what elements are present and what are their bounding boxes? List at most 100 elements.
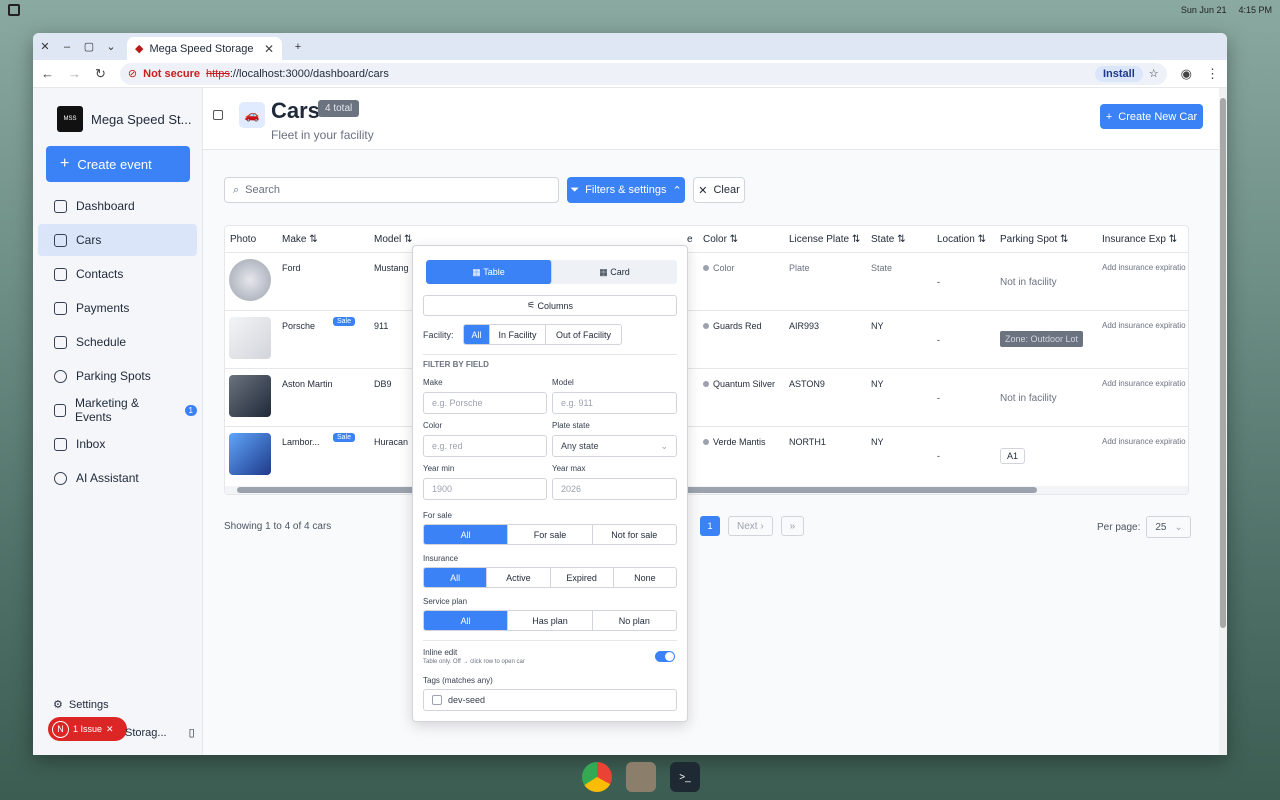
page-scrollbar[interactable] <box>1219 88 1227 755</box>
color-input[interactable]: e.g. red <box>423 435 547 457</box>
url-field[interactable]: ⊘ Not secure https://localhost:3000/dash… <box>119 62 1167 85</box>
view-card-button[interactable]: ▦ Card <box>552 260 677 284</box>
columns-button[interactable]: ⚟ Columns <box>423 295 677 316</box>
header-insurance[interactable]: Insurance Exp ⇅ <box>1102 226 1177 252</box>
header-state[interactable]: State ⇅ <box>871 226 906 252</box>
reload-icon[interactable]: ↻ <box>95 66 106 82</box>
sidebar-item-parking-spots[interactable]: Parking Spots <box>38 360 197 392</box>
issue-badge[interactable]: N 1 Issue ✕ <box>48 717 127 741</box>
close-icon[interactable]: ✕ <box>106 724 114 735</box>
sidebar-item-contacts[interactable]: Contacts <box>38 258 197 290</box>
header-make[interactable]: Make ⇅ <box>282 226 318 252</box>
service-no-plan[interactable]: No plan <box>593 611 676 630</box>
filters-label: Filters & settings <box>585 184 667 196</box>
next-button[interactable]: Next › <box>728 516 773 536</box>
close-window-icon[interactable]: ✕ <box>39 40 51 53</box>
sale-badge: Sale <box>333 433 356 442</box>
cell-insurance[interactable]: Add insurance expiratio <box>1102 263 1186 272</box>
per-page: Per page: 25 ⌄ <box>1097 516 1192 538</box>
tab-list-icon[interactable]: ⌄ <box>105 40 117 53</box>
per-page-select[interactable]: 25 ⌄ <box>1146 516 1192 538</box>
sidebar-toggle-icon[interactable] <box>213 110 223 120</box>
filters-settings-button[interactable]: ⏷ Filters & settings ⌃ <box>567 177 685 203</box>
calendar-icon <box>54 335 67 349</box>
horizontal-scrollbar[interactable] <box>225 486 1188 494</box>
for-sale-toggle: All For sale Not for sale <box>423 524 677 545</box>
clear-button[interactable]: ✕ Clear <box>693 177 745 203</box>
sidebar-item-inbox[interactable]: Inbox <box>38 428 197 460</box>
table-row[interactable]: Lambor... Sale Huracan Verde Mantis NORT… <box>225 426 1188 484</box>
last-page-icon[interactable]: » <box>780 516 805 536</box>
sidebar-item-label: Contacts <box>76 267 124 281</box>
facility-in[interactable]: In Facility <box>490 325 546 344</box>
install-button[interactable]: Install <box>1094 65 1143 82</box>
insurance-active[interactable]: Active <box>487 568 551 587</box>
for-sale-yes[interactable]: For sale <box>508 525 593 544</box>
browser-menu-icon[interactable]: ⋮ <box>1206 66 1219 82</box>
insurance-expired[interactable]: Expired <box>551 568 614 587</box>
header-color[interactable]: Color ⇅ <box>703 226 738 252</box>
table-row[interactable]: Ford Mustang Color Plate State - Not in … <box>225 252 1188 310</box>
sidebar-item-label: Inbox <box>76 437 106 451</box>
view-table-button[interactable]: ▦ Table <box>426 260 552 284</box>
year-max-input[interactable]: 2026 <box>552 478 677 500</box>
sidebar-item-marketing[interactable]: Marketing & Events 1 <box>38 394 197 426</box>
facility-out[interactable]: Out of Facility <box>546 325 621 344</box>
sidebar-item-cars[interactable]: Cars <box>38 224 197 256</box>
make-input[interactable]: e.g. Porsche <box>423 392 547 414</box>
sidebar-item-payments[interactable]: Payments <box>38 292 197 324</box>
collapse-sidebar-icon[interactable]: ▯ <box>189 726 195 739</box>
cell-insurance[interactable]: Add insurance expiratio <box>1102 321 1186 330</box>
cell-insurance[interactable]: Add insurance expiratio <box>1102 437 1186 446</box>
service-all[interactable]: All <box>424 611 509 630</box>
header-parking[interactable]: Parking Spot ⇅ <box>1000 226 1068 252</box>
facility-all[interactable]: All <box>464 325 490 344</box>
table-row[interactable]: Porsche Sale 911 Guards Red AIR993 NY - … <box>225 310 1188 368</box>
chrome-icon[interactable] <box>582 762 612 792</box>
back-icon[interactable]: ← <box>41 66 54 81</box>
create-new-car-button[interactable]: + Create New Car <box>1100 104 1203 129</box>
plate-state-select[interactable]: Any state ⌄ <box>552 435 677 457</box>
car-icon <box>54 233 67 247</box>
inline-edit-toggle[interactable] <box>655 651 675 662</box>
profile-icon[interactable]: ◉ <box>1181 66 1192 82</box>
forward-icon[interactable]: → <box>68 66 81 81</box>
header-model[interactable]: Model ⇅ <box>374 226 412 252</box>
browser-tab[interactable]: ◆ Mega Speed Storage ✕ <box>127 37 282 60</box>
page-button-1[interactable]: 1 <box>700 516 720 536</box>
os-logo-icon[interactable] <box>8 4 20 16</box>
terminal-icon[interactable]: >_ <box>670 762 700 792</box>
service-has-plan[interactable]: Has plan <box>508 611 593 630</box>
sidebar-item-ai-assistant[interactable]: AI Assistant <box>38 462 197 494</box>
car-photo <box>229 259 271 301</box>
tag-checkbox[interactable] <box>432 695 442 705</box>
cell-location: - <box>937 335 940 345</box>
for-sale-no[interactable]: Not for sale <box>593 525 676 544</box>
insurance-none[interactable]: None <box>614 568 676 587</box>
table-row[interactable]: Aston Martin DB9 Quantum Silver ASTON9 N… <box>225 368 1188 426</box>
cell-insurance[interactable]: Add insurance expiratio <box>1102 379 1186 388</box>
tab-bar: ✕ – ▢ ⌄ ◆ Mega Speed Storage ✕ + <box>33 33 1227 60</box>
header-location[interactable]: Location ⇅ <box>937 226 986 252</box>
files-icon[interactable] <box>626 762 656 792</box>
sidebar-item-schedule[interactable]: Schedule <box>38 326 197 358</box>
model-input[interactable]: e.g. 911 <box>552 392 677 414</box>
tab-close-icon[interactable]: ✕ <box>264 42 274 56</box>
minimize-icon[interactable]: – <box>61 41 73 53</box>
new-tab-icon[interactable]: + <box>292 41 304 53</box>
pagination: 1 Next › » <box>700 516 805 536</box>
year-min-input[interactable]: 1900 <box>423 478 547 500</box>
bookmark-star-icon[interactable]: ☆ <box>1149 67 1159 80</box>
search-input[interactable]: ⌕ Search <box>224 177 559 203</box>
for-sale-all[interactable]: All <box>424 525 509 544</box>
maximize-icon[interactable]: ▢ <box>83 40 95 53</box>
create-event-button[interactable]: + Create event <box>46 146 190 182</box>
header-plate[interactable]: License Plate ⇅ <box>789 226 860 252</box>
settings-link[interactable]: ⚙ Settings <box>53 698 109 712</box>
insurance-all[interactable]: All <box>424 568 488 587</box>
desktop-time: 4:15 PM <box>1238 5 1272 15</box>
sidebar-item-dashboard[interactable]: Dashboard <box>38 190 197 222</box>
brand[interactable]: MSS Mega Speed St... <box>33 88 202 132</box>
footer-org[interactable]: Storag... <box>125 727 167 739</box>
close-icon: ✕ <box>698 184 708 197</box>
